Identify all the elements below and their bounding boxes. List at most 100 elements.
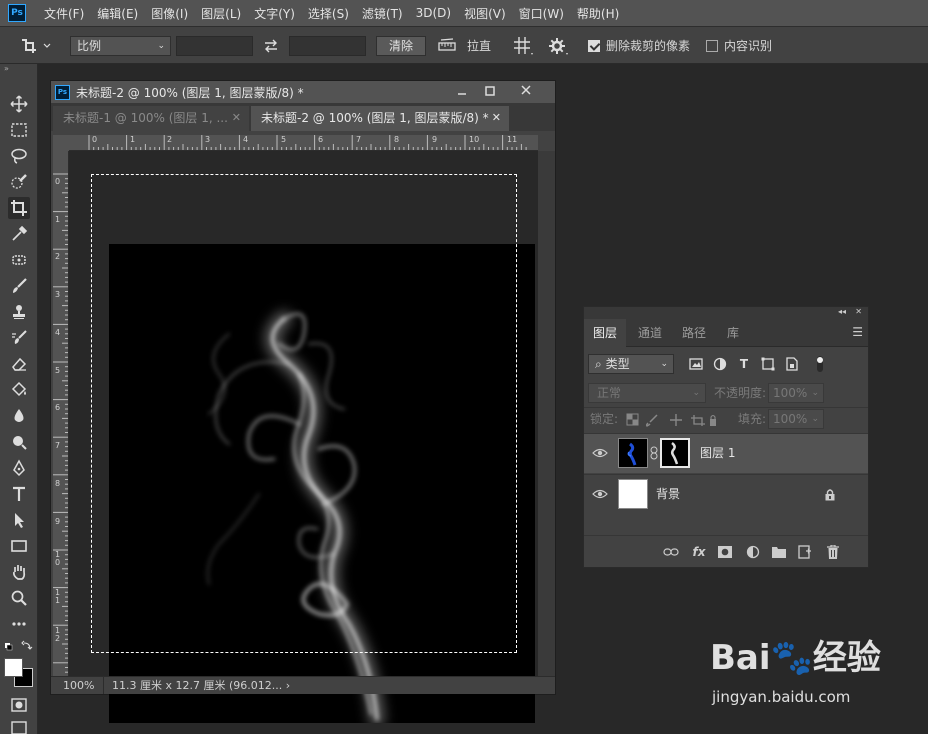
crop-selection-marquee[interactable]: [91, 174, 517, 653]
move-tool-icon[interactable]: [8, 93, 30, 115]
screen-mode-icon[interactable]: [8, 717, 30, 734]
layer-name[interactable]: 图层 1: [700, 434, 735, 473]
layer-name[interactable]: 背景: [656, 475, 680, 514]
vertical-scrollbar[interactable]: [538, 151, 555, 676]
tab-paths[interactable]: 路径: [673, 319, 715, 347]
dodge-tool-icon[interactable]: [8, 431, 30, 453]
close-tab-icon[interactable]: ✕: [492, 106, 501, 130]
zoom-tool-icon[interactable]: [8, 587, 30, 609]
history-brush-tool-icon[interactable]: [8, 327, 30, 349]
menu-view[interactable]: 视图(V): [464, 5, 506, 22]
eyedropper-tool-icon[interactable]: [8, 223, 30, 245]
new-group-folder-icon[interactable]: [770, 543, 788, 561]
eye-icon[interactable]: [592, 487, 608, 501]
pen-tool-icon[interactable]: [8, 457, 30, 479]
fill-input[interactable]: 100% ⌄: [768, 409, 824, 429]
tab-channels[interactable]: 通道: [629, 319, 671, 347]
link-layers-icon[interactable]: [662, 543, 680, 561]
filter-smart-object-icon[interactable]: [784, 355, 800, 373]
document-title-bar[interactable]: Ps 未标题-2 @ 100% (图层 1, 图层蒙版/8) *: [51, 81, 555, 103]
panel-header[interactable]: ◂◂ ✕: [584, 307, 868, 319]
close-tab-icon[interactable]: ✕: [232, 106, 241, 130]
adjustment-layer-icon[interactable]: [744, 543, 762, 561]
filter-toggle-icon[interactable]: [812, 355, 828, 373]
filter-adjustment-icon[interactable]: [712, 355, 728, 373]
menu-file[interactable]: 文件(F): [44, 5, 84, 22]
menu-window[interactable]: 窗口(W): [519, 5, 564, 22]
trash-icon[interactable]: [824, 543, 842, 561]
blur-tool-icon[interactable]: [8, 405, 30, 427]
tab-layers[interactable]: 图层: [584, 319, 627, 347]
close-panel-icon[interactable]: ✕: [855, 307, 862, 316]
rectangle-tool-icon[interactable]: [8, 535, 30, 557]
healing-brush-tool-icon[interactable]: [8, 249, 30, 271]
ratio-select[interactable]: 比例 ⌄: [70, 36, 171, 56]
layer-row-layer-1[interactable]: 图层 1: [584, 434, 868, 473]
link-chain-icon[interactable]: [650, 446, 658, 460]
marquee-tool-icon[interactable]: [8, 119, 30, 141]
content-aware-checkbox[interactable]: [706, 40, 718, 52]
layer-mask-thumbnail[interactable]: [660, 438, 690, 468]
foreground-color-swatch[interactable]: [4, 658, 23, 677]
gear-icon[interactable]: [547, 36, 569, 56]
swap-colors-icon[interactable]: [4, 640, 34, 654]
menu-3d[interactable]: 3D(D): [416, 6, 451, 20]
horizontal-ruler[interactable]: 0 1 2 3 4 5 6 7 8 9 10 11: [69, 135, 538, 151]
type-tool-icon[interactable]: [8, 483, 30, 505]
quick-selection-tool-icon[interactable]: [8, 171, 30, 193]
straighten-icon[interactable]: [437, 36, 457, 56]
stamp-tool-icon[interactable]: [8, 301, 30, 323]
menu-edit[interactable]: 编辑(E): [97, 5, 138, 22]
crop-tool-icon[interactable]: [8, 197, 30, 219]
lasso-tool-icon[interactable]: [8, 145, 30, 167]
path-selection-tool-icon[interactable]: [8, 509, 30, 531]
paint-bucket-tool-icon[interactable]: [8, 379, 30, 401]
add-mask-icon[interactable]: [716, 543, 734, 561]
crop-preset-picker[interactable]: [18, 36, 58, 56]
clear-button[interactable]: 清除: [376, 36, 426, 56]
opacity-input[interactable]: 100% ⌄: [768, 383, 824, 403]
tab-libraries[interactable]: 库: [718, 319, 748, 347]
brush-tool-icon[interactable]: [8, 275, 30, 297]
restore-icon[interactable]: [477, 83, 503, 99]
menu-select[interactable]: 选择(S): [308, 5, 349, 22]
collapse-panel-icon[interactable]: ◂◂: [838, 307, 846, 316]
layer-filter-select[interactable]: ⌕ 类型 ⌄: [588, 354, 674, 374]
menu-help[interactable]: 帮助(H): [577, 5, 619, 22]
panel-menu-icon[interactable]: ☰: [852, 325, 863, 339]
photoshop-logo-icon[interactable]: Ps: [8, 4, 26, 22]
delete-cropped-checkbox[interactable]: [588, 40, 600, 52]
collapse-arrows-icon[interactable]: »: [4, 64, 9, 73]
more-tools-icon[interactable]: [8, 613, 30, 635]
lock-icon[interactable]: [824, 488, 836, 501]
menu-filter[interactable]: 滤镜(T): [362, 5, 403, 22]
filter-shape-icon[interactable]: [760, 355, 776, 373]
filter-type-icon[interactable]: T: [736, 355, 752, 373]
layer-style-fx-icon[interactable]: fx: [690, 543, 708, 561]
ratio-width-input[interactable]: [176, 36, 253, 56]
menu-layer[interactable]: 图层(L): [201, 5, 241, 22]
minimize-icon[interactable]: [449, 83, 475, 99]
tab-document-2[interactable]: 未标题-2 @ 100% (图层 1, 图层蒙版/8) * ✕: [251, 106, 509, 131]
menu-image[interactable]: 图像(I): [151, 5, 188, 22]
filter-pixel-icon[interactable]: [688, 355, 704, 373]
quick-mask-icon[interactable]: [8, 694, 30, 716]
new-layer-icon[interactable]: [796, 543, 814, 561]
menu-type[interactable]: 文字(Y): [254, 5, 295, 22]
blend-mode-select[interactable]: 正常 ⌄: [588, 383, 706, 403]
vertical-ruler[interactable]: 0 1 2 3 4 5 6 7 8 9 1 0 1 1 1 2: [53, 151, 69, 676]
eraser-tool-icon[interactable]: [8, 353, 30, 375]
background-thumbnail[interactable]: [618, 479, 648, 509]
ratio-height-input[interactable]: [289, 36, 366, 56]
close-icon[interactable]: [513, 83, 539, 99]
swap-icon[interactable]: [262, 36, 280, 56]
document-size-info[interactable]: 11.3 厘米 x 12.7 厘米 (96.012... ›: [103, 677, 290, 694]
layer-row-background[interactable]: 背景: [584, 474, 868, 513]
color-swatches[interactable]: [4, 658, 34, 688]
hand-tool-icon[interactable]: [8, 561, 30, 583]
zoom-level[interactable]: 100%: [63, 677, 94, 694]
eye-icon[interactable]: [592, 446, 608, 460]
ruler-origin[interactable]: [53, 135, 69, 151]
tab-document-1[interactable]: 未标题-1 @ 100% (图层 1, ... ✕: [53, 106, 249, 131]
layer-1-thumbnail[interactable]: [618, 438, 648, 468]
